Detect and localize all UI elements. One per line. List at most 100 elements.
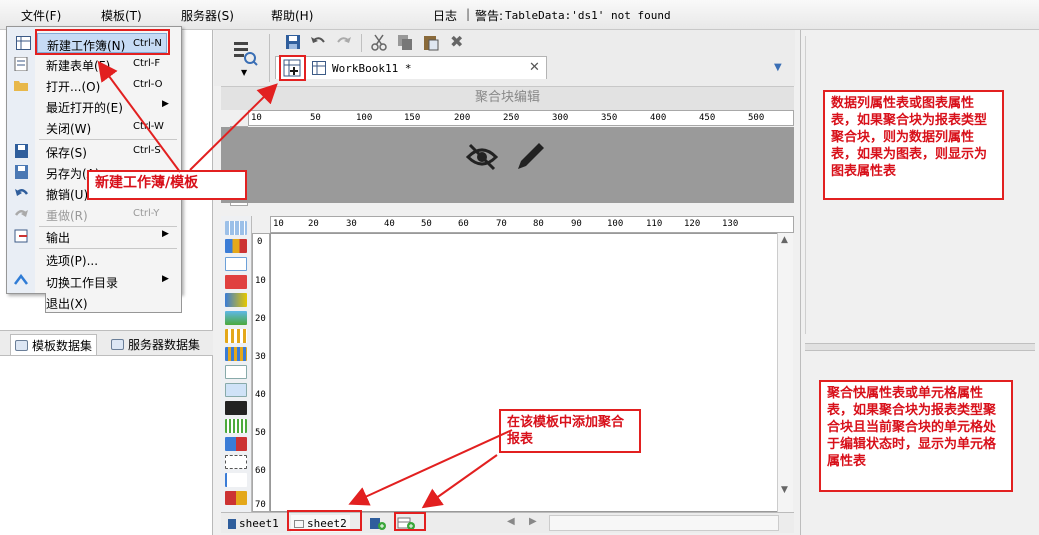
sheet-canvas[interactable] (270, 233, 778, 512)
combo-chart-icon[interactable] (225, 437, 247, 451)
chart-type-palette (221, 216, 252, 512)
tab-template-dataset[interactable]: 模板数据集 (10, 334, 98, 355)
sheet-tab-1[interactable]: sheet1 (225, 515, 282, 532)
menu-item-exit[interactable]: 退出(X) (45, 293, 182, 313)
eye-off-icon[interactable] (466, 141, 498, 173)
dataset-tabs: 模板数据集 服务器数据集 (0, 330, 213, 356)
scroll-down-icon[interactable]: ▼ (781, 485, 788, 495)
pie-chart-icon[interactable] (225, 293, 247, 307)
add-sheet-icon[interactable] (369, 516, 387, 531)
radar-chart-icon[interactable] (225, 365, 247, 379)
tab-template-dataset-label: 模板数据集 (32, 338, 93, 353)
submenu-arrow-icon: ▶ (162, 229, 169, 239)
scroll-up-icon[interactable]: ▲ (781, 235, 788, 245)
database-icon (15, 339, 28, 351)
template-settings-icon[interactable] (232, 40, 258, 66)
file-menu-dropdown: 新建工作簿(N) Ctrl-N 新建表单(F) Ctrl-F 打开...(O) … (6, 26, 182, 294)
close-tab-icon[interactable]: ✕ (529, 60, 540, 75)
undo-icon (14, 186, 29, 200)
redo-icon (14, 207, 29, 221)
menu-item-new-form[interactable]: 新建表单(F) Ctrl-F (7, 54, 181, 74)
warning-prefix: 警告: (475, 9, 504, 23)
cut-icon[interactable] (370, 33, 388, 51)
delete-icon[interactable]: ✖ (450, 33, 468, 51)
menu-item-label: 最近打开的(E) (46, 101, 123, 115)
menu-item-open[interactable]: 打开...(O) Ctrl-O (7, 75, 181, 95)
gantt-chart-icon[interactable] (225, 419, 247, 433)
right-splitter[interactable] (805, 343, 1035, 351)
save-as-icon (14, 165, 29, 179)
annotation-right-top: 数据列属性表或图表属性表，如果聚合块为报表类型聚合块，则为数据列属性表，如果为图… (823, 90, 1004, 200)
edit-bar-label: 聚合块编辑 (474, 90, 540, 105)
workbook-tab-title[interactable]: WorkBook11 * (332, 62, 411, 75)
redo-icon[interactable] (335, 33, 353, 51)
menu-item-export[interactable]: 输出 ▶ (7, 226, 181, 246)
menu-item-shortcut: Ctrl-F (133, 58, 161, 69)
log-label[interactable]: 日志 (433, 7, 457, 24)
highlight-new-workbook (35, 29, 170, 55)
form-icon (14, 57, 29, 71)
tab-server-dataset[interactable]: 服务器数据集 (107, 334, 204, 355)
menu-item-shortcut: Ctrl-W (133, 121, 164, 132)
menu-server[interactable]: 服务器(S) (181, 7, 234, 24)
menu-item-label: 打开...(O) (46, 80, 101, 94)
sheet-scroll-left-icon[interactable]: ◀ (507, 516, 515, 527)
menu-item-redo[interactable]: 重做(R) Ctrl-Y (7, 204, 181, 224)
vertical-scrollbar[interactable]: ▲ ▼ (777, 233, 793, 512)
area-chart-icon[interactable] (225, 275, 247, 289)
workbook-icon (312, 61, 326, 75)
export-icon (14, 229, 29, 243)
top-ruler: 10 50 100 150 200 250 300 350 400 450 50… (248, 110, 794, 126)
chevron-down-icon[interactable]: ▼ (241, 68, 247, 77)
warning-text: TableData:'ds1' not found (505, 9, 671, 22)
stock-chart-icon[interactable] (225, 383, 247, 397)
copy-icon[interactable] (396, 33, 414, 51)
highlight-add-report (394, 512, 426, 531)
menu-item-switch-dir[interactable]: 切换工作目录 ▶ (7, 271, 181, 291)
menu-item-save[interactable]: 保存(S) Ctrl-S (7, 141, 181, 161)
menu-help[interactable]: 帮助(H) (271, 7, 313, 24)
bubble-chart-icon[interactable] (225, 347, 247, 361)
annotation-add-aggregate: 在该模板中添加聚合报表 (499, 409, 641, 453)
annotation-new-workbook: 新建工作薄/模板 (87, 170, 247, 200)
submenu-arrow-icon: ▶ (162, 274, 169, 284)
menu-item-label: 退出(X) (46, 297, 88, 311)
menu-item-label: 切换工作目录 (46, 276, 119, 290)
menu-item-label: 关闭(W) (46, 122, 92, 136)
undo-icon[interactable] (309, 33, 327, 51)
save-icon[interactable] (284, 33, 302, 51)
scatter-chart-icon[interactable] (225, 329, 247, 343)
gauge-chart-icon[interactable] (225, 401, 247, 415)
sheet-side-ruler: 0 10 20 30 40 50 60 70 (252, 233, 270, 512)
menu-item-recent[interactable]: 最近打开的(E) ▶ (7, 96, 181, 116)
menu-item-close[interactable]: 关闭(W) Ctrl-W (7, 117, 181, 137)
paste-icon[interactable] (422, 33, 440, 51)
tab-list-icon[interactable]: ▼ (774, 62, 792, 80)
pencil-icon[interactable] (514, 139, 548, 173)
menu-item-shortcut: Ctrl-S (133, 145, 161, 156)
bar-chart-icon[interactable] (225, 239, 247, 253)
workbook-tab-strip: WorkBook11 * ✕ (275, 56, 547, 79)
hidden-block-area[interactable] (221, 127, 794, 203)
sheet-scroll-right-icon[interactable]: ▶ (529, 516, 537, 527)
annotation-right-bottom: 聚合快属性表或单元格属性表，如果聚合块为报表类型聚合块且当前聚合块的单元格处于编… (819, 380, 1013, 492)
menu-item-shortcut: Ctrl-O (133, 79, 163, 90)
menu-item-shortcut: Ctrl-Y (133, 208, 160, 219)
table-chart-icon[interactable] (225, 221, 247, 235)
menu-item-label: 新建表单(F) (46, 59, 111, 73)
tag-chart-icon[interactable] (225, 491, 247, 505)
horizontal-scrollbar[interactable] (549, 515, 779, 531)
map-chart-icon[interactable] (225, 311, 247, 325)
sheet-icon (228, 518, 236, 529)
text-chart-icon[interactable] (225, 473, 247, 487)
aggregate-edit-bar[interactable]: 聚合块编辑 (221, 86, 794, 110)
menu-file[interactable]: 文件(F) (21, 7, 61, 24)
server-database-icon (111, 339, 124, 350)
folder-open-icon (14, 78, 29, 92)
line-chart-icon[interactable] (225, 257, 247, 271)
menu-item-options[interactable]: 选项(P)... (7, 249, 181, 269)
menu-template[interactable]: 模板(T) (101, 7, 142, 24)
funnel-chart-icon[interactable] (225, 455, 247, 469)
highlight-add-aggregate (279, 55, 306, 81)
submenu-arrow-icon: ▶ (162, 99, 169, 109)
